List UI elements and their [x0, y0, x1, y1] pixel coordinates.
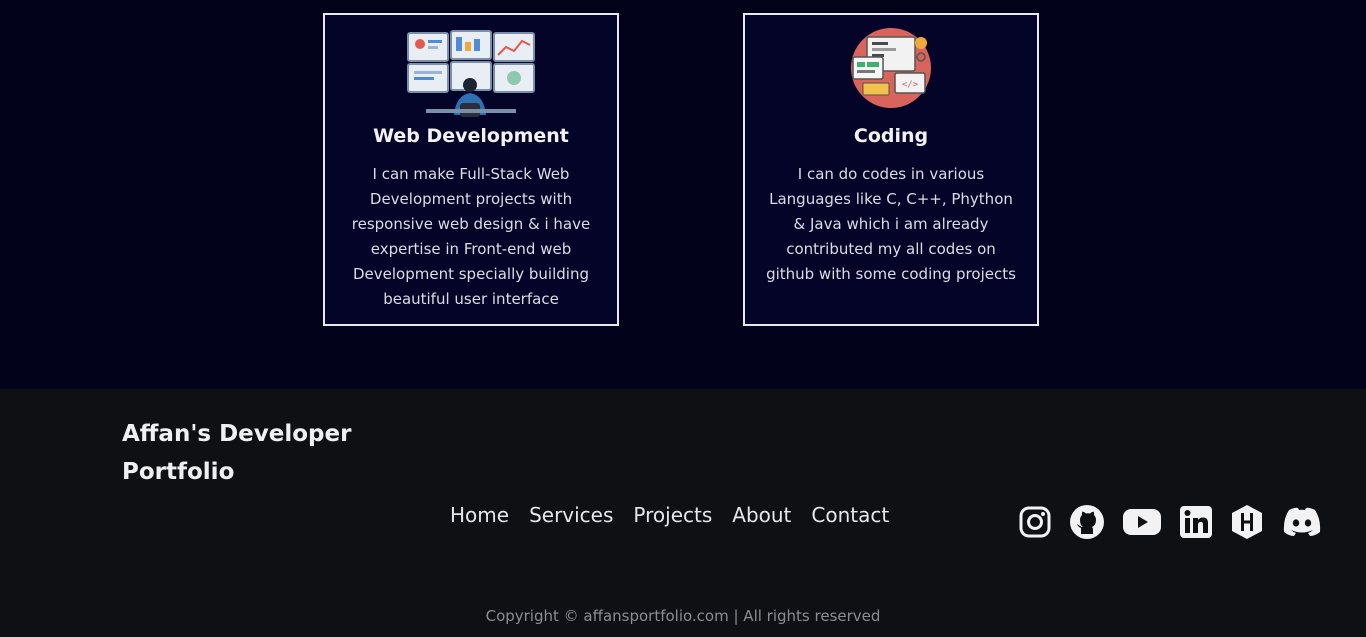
- footer-nav: Home Services Projects About Contact: [450, 503, 889, 527]
- card-description: I can make Full-Stack Web Development pr…: [351, 165, 591, 308]
- services-section: Web Development I can make Full-Stack We…: [0, 0, 1366, 389]
- card-title: Web Development: [373, 125, 569, 147]
- footer: Affan's Developer Portfolio Home Service…: [0, 389, 1366, 637]
- monitors-developer-illustration: [407, 30, 535, 117]
- discord-icon[interactable]: [1281, 506, 1323, 538]
- card-description: I can do codes in various Languages like…: [766, 165, 1016, 283]
- social-links: [1018, 504, 1323, 540]
- nav-link-projects[interactable]: Projects: [633, 503, 712, 527]
- coding-devices-illustration: </>: [851, 28, 931, 108]
- github-icon[interactable]: [1069, 504, 1105, 540]
- nav-link-home[interactable]: Home: [450, 503, 509, 527]
- nav-link-about[interactable]: About: [732, 503, 791, 527]
- svg-text:</>: </>: [902, 80, 919, 90]
- copyright-text: Copyright © affansportfolio.com | All ri…: [485, 607, 881, 625]
- nav-link-services[interactable]: Services: [529, 503, 613, 527]
- hashnode-icon[interactable]: [1230, 504, 1264, 540]
- service-card-web-development: Web Development I can make Full-Stack We…: [323, 13, 619, 326]
- page: Web Development I can make Full-Stack We…: [0, 0, 1366, 637]
- linkedin-icon[interactable]: [1179, 505, 1213, 539]
- instagram-icon[interactable]: [1018, 505, 1052, 539]
- service-card-coding: </> Coding I can do codes in various Lan…: [743, 13, 1039, 326]
- youtube-icon[interactable]: [1122, 507, 1162, 537]
- card-title: Coding: [853, 125, 929, 147]
- footer-brand: Affan's Developer Portfolio: [122, 421, 352, 485]
- nav-link-contact[interactable]: Contact: [811, 503, 889, 527]
